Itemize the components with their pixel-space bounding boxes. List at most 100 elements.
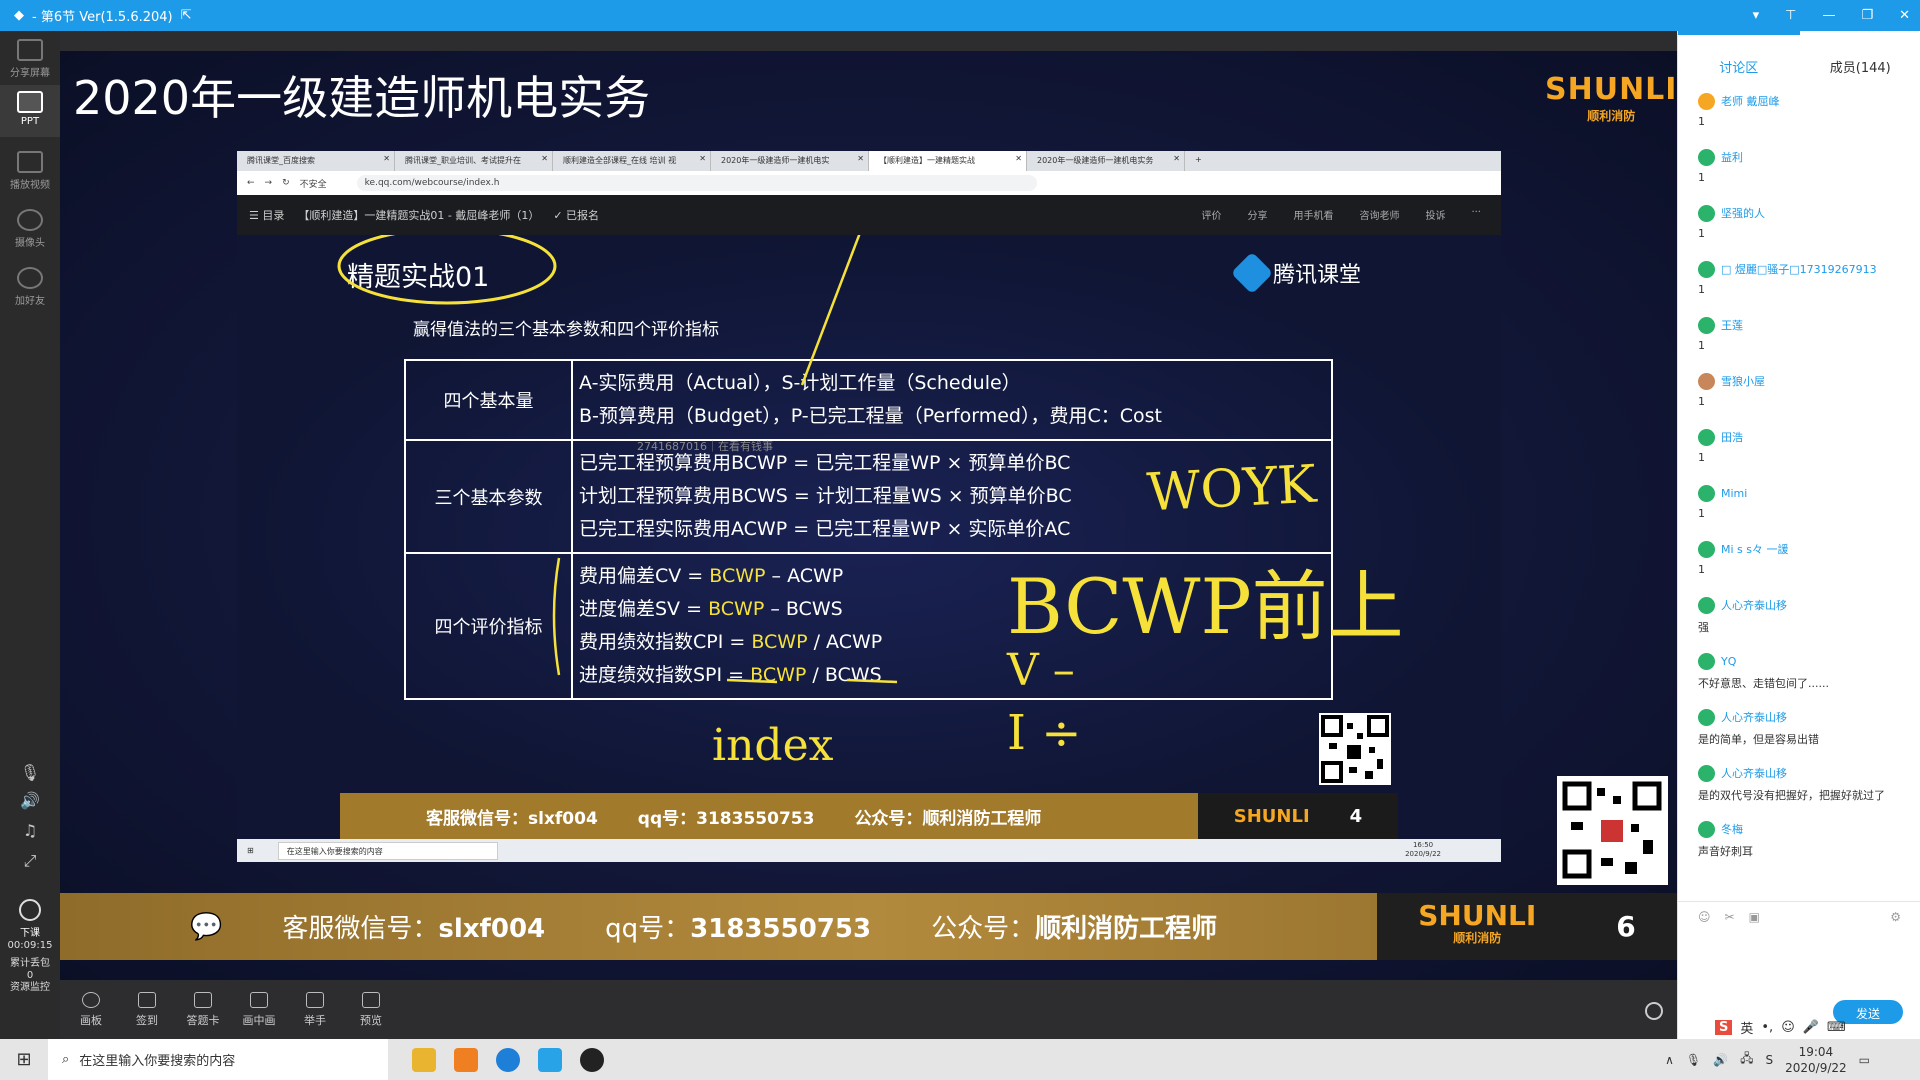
- author-name[interactable]: 益利: [1721, 149, 1743, 165]
- keyboard-icon[interactable]: ⌨: [1827, 1020, 1846, 1035]
- taskbar-search[interactable]: ⌕ 在这里输入你要搜索的内容: [48, 1039, 388, 1080]
- resource-monitor-label[interactable]: 资源监控: [0, 982, 60, 994]
- author-name[interactable]: 王莲: [1721, 317, 1743, 333]
- file-explorer-icon[interactable]: [412, 1047, 436, 1072]
- author-name[interactable]: □ 煜麗□骚子□17319267913: [1721, 261, 1877, 277]
- scissors-icon[interactable]: ✂: [1725, 910, 1735, 924]
- raise-hand-button[interactable]: 举手: [296, 980, 334, 1039]
- external-link-icon[interactable]: ⇱: [181, 8, 192, 23]
- answer-card-button[interactable]: 答题卡: [184, 980, 222, 1039]
- back-icon[interactable]: ←: [247, 178, 255, 188]
- chat-message: Mimi 1: [1678, 483, 1920, 539]
- restore-button[interactable]: ❐: [1861, 8, 1873, 23]
- close-icon[interactable]: ✕: [699, 154, 706, 163]
- author-name[interactable]: 人心齐泰山移: [1721, 709, 1787, 725]
- speaker-icon[interactable]: 🔊: [0, 791, 60, 810]
- whiteboard-button[interactable]: 画板: [72, 980, 110, 1039]
- ime-mode-label[interactable]: 英: [1740, 1018, 1753, 1037]
- sidebar-item-add-friend[interactable]: 加好友: [0, 267, 60, 313]
- tab-discussion[interactable]: 讨论区: [1678, 31, 1800, 79]
- browser-tab[interactable]: 腾讯课堂_百度搜索 ✕: [237, 151, 395, 171]
- author-name[interactable]: 田浩: [1721, 429, 1743, 445]
- taskbar-search-placeholder: 在这里输入你要搜索的内容: [79, 1054, 236, 1069]
- reload-icon[interactable]: ↻: [282, 178, 290, 188]
- image-icon[interactable]: ▣: [1749, 910, 1760, 924]
- share-button[interactable]: 分享: [1247, 207, 1267, 222]
- dropdown-icon[interactable]: ▾: [1753, 8, 1760, 23]
- preview-button[interactable]: 预览: [352, 980, 390, 1039]
- bottom-contact-banner: 💬 客服微信号：slxf004 qq号：3183550753 公众号：顺利消防工…: [60, 893, 1677, 960]
- end-class-label: 下课: [20, 928, 40, 939]
- author-name[interactable]: 雪狼小屋: [1721, 373, 1765, 389]
- sogou-ime-icon[interactable]: S: [1715, 1019, 1733, 1035]
- sidebar-item-play-video[interactable]: 播放视频: [0, 151, 60, 197]
- tab-members[interactable]: 成员(144): [1800, 31, 1920, 79]
- sidebar-item-ppt[interactable]: PPT: [0, 85, 60, 137]
- report-button[interactable]: 投诉: [1425, 207, 1445, 222]
- minimize-button[interactable]: —: [1822, 8, 1835, 23]
- session-timer: 00:09:15: [7, 940, 53, 951]
- microphone-icon[interactable]: 🎙: [0, 763, 60, 782]
- close-icon[interactable]: ✕: [1173, 154, 1180, 163]
- gzh-contact: 公众号：顺利消防工程师: [854, 804, 1041, 829]
- notification-icon[interactable]: ▭: [1859, 1053, 1870, 1067]
- rate-button[interactable]: 评价: [1201, 207, 1221, 222]
- end-class-button[interactable]: 下课: [0, 899, 60, 939]
- windows-start-button[interactable]: ⊞: [0, 1049, 48, 1070]
- chat-message: YQ 不好意思、走错包间了......: [1678, 651, 1920, 707]
- music-icon[interactable]: ♫: [0, 821, 60, 840]
- pin-icon[interactable]: ⊤: [1785, 8, 1796, 23]
- emoji-icon[interactable]: ☺: [1698, 910, 1711, 924]
- sidebar-item-camera[interactable]: 摄像头: [0, 209, 60, 255]
- course-menu-button[interactable]: ☰ 目录: [249, 207, 284, 223]
- more-button[interactable]: ···: [1471, 207, 1481, 222]
- close-icon[interactable]: ✕: [857, 154, 864, 163]
- author-name[interactable]: Mi s s々 一諼: [1721, 541, 1789, 557]
- network-icon[interactable]: 🖧: [1740, 1049, 1753, 1070]
- author-name[interactable]: YQ: [1721, 655, 1736, 668]
- app-k-icon[interactable]: [496, 1047, 520, 1072]
- sidebar-item-share-screen[interactable]: 分享屏幕: [0, 39, 60, 85]
- voice-ime-icon[interactable]: 🎤: [1803, 1020, 1819, 1035]
- sidebar-label: 加好友: [15, 296, 45, 307]
- close-icon[interactable]: ✕: [1015, 154, 1022, 163]
- annotation-bracket: [552, 557, 561, 676]
- mobile-watch-button[interactable]: 用手机看: [1293, 207, 1333, 222]
- new-tab-button[interactable]: +: [1185, 151, 1215, 171]
- close-icon[interactable]: ✕: [383, 154, 390, 163]
- close-icon[interactable]: ✕: [541, 154, 548, 163]
- author-name[interactable]: 坚强的人: [1721, 205, 1765, 221]
- browser-tab[interactable]: 腾讯课堂_职业培训、考试提升在 ✕: [395, 151, 553, 171]
- avatar: [1698, 820, 1715, 838]
- taskbar-clock[interactable]: 19:04 2020/9/22: [1785, 1044, 1847, 1076]
- close-button[interactable]: ✕: [1899, 8, 1910, 23]
- mic-tray-icon[interactable]: 🎙: [1686, 1053, 1701, 1067]
- author-name[interactable]: 老师 戴屈峰: [1721, 93, 1780, 109]
- power-icon[interactable]: [1645, 1002, 1663, 1020]
- wechat-id: slxf004: [438, 914, 546, 944]
- author-name[interactable]: Mimi: [1721, 487, 1747, 500]
- url-field[interactable]: ke.qq.com/webcourse/index.h: [356, 175, 1037, 191]
- forward-icon[interactable]: →: [265, 178, 273, 188]
- checkin-button[interactable]: 签到: [128, 980, 166, 1039]
- ask-teacher-button[interactable]: 咨询老师: [1359, 207, 1399, 222]
- fullscreen-icon[interactable]: ⤢: [0, 851, 60, 871]
- author-name[interactable]: 人心齐泰山移: [1721, 597, 1787, 613]
- browser-tab[interactable]: 顺利建造全部课程_在线 培训 视 ✕: [553, 151, 711, 171]
- punctuation-icon[interactable]: •,: [1761, 1020, 1773, 1035]
- volume-icon[interactable]: 🔊: [1713, 1053, 1728, 1067]
- tencent-classroom-icon[interactable]: [538, 1047, 562, 1072]
- author-name[interactable]: 人心齐泰山移: [1721, 765, 1787, 781]
- app-fox-icon[interactable]: [580, 1047, 604, 1072]
- sogou-tray-icon[interactable]: S: [1766, 1053, 1774, 1067]
- tray-expand-icon[interactable]: ∧: [1665, 1053, 1674, 1067]
- emoji-ime-icon[interactable]: ☺: [1781, 1020, 1795, 1035]
- browser-tab[interactable]: 2020年一级建造师一建机电实 ✕: [711, 151, 869, 171]
- picture-in-picture-button[interactable]: 画中画: [240, 980, 278, 1039]
- settings-icon[interactable]: ⚙: [1890, 910, 1901, 924]
- browser-tab-active[interactable]: 【顺利建造】一建精题实战 ✕: [869, 151, 1027, 171]
- app-orange-icon[interactable]: [454, 1047, 478, 1072]
- author-name[interactable]: 冬梅: [1721, 821, 1743, 837]
- avatar: [1698, 260, 1715, 278]
- browser-tab[interactable]: 2020年一级建造师一建机电实务 ✕: [1027, 151, 1185, 171]
